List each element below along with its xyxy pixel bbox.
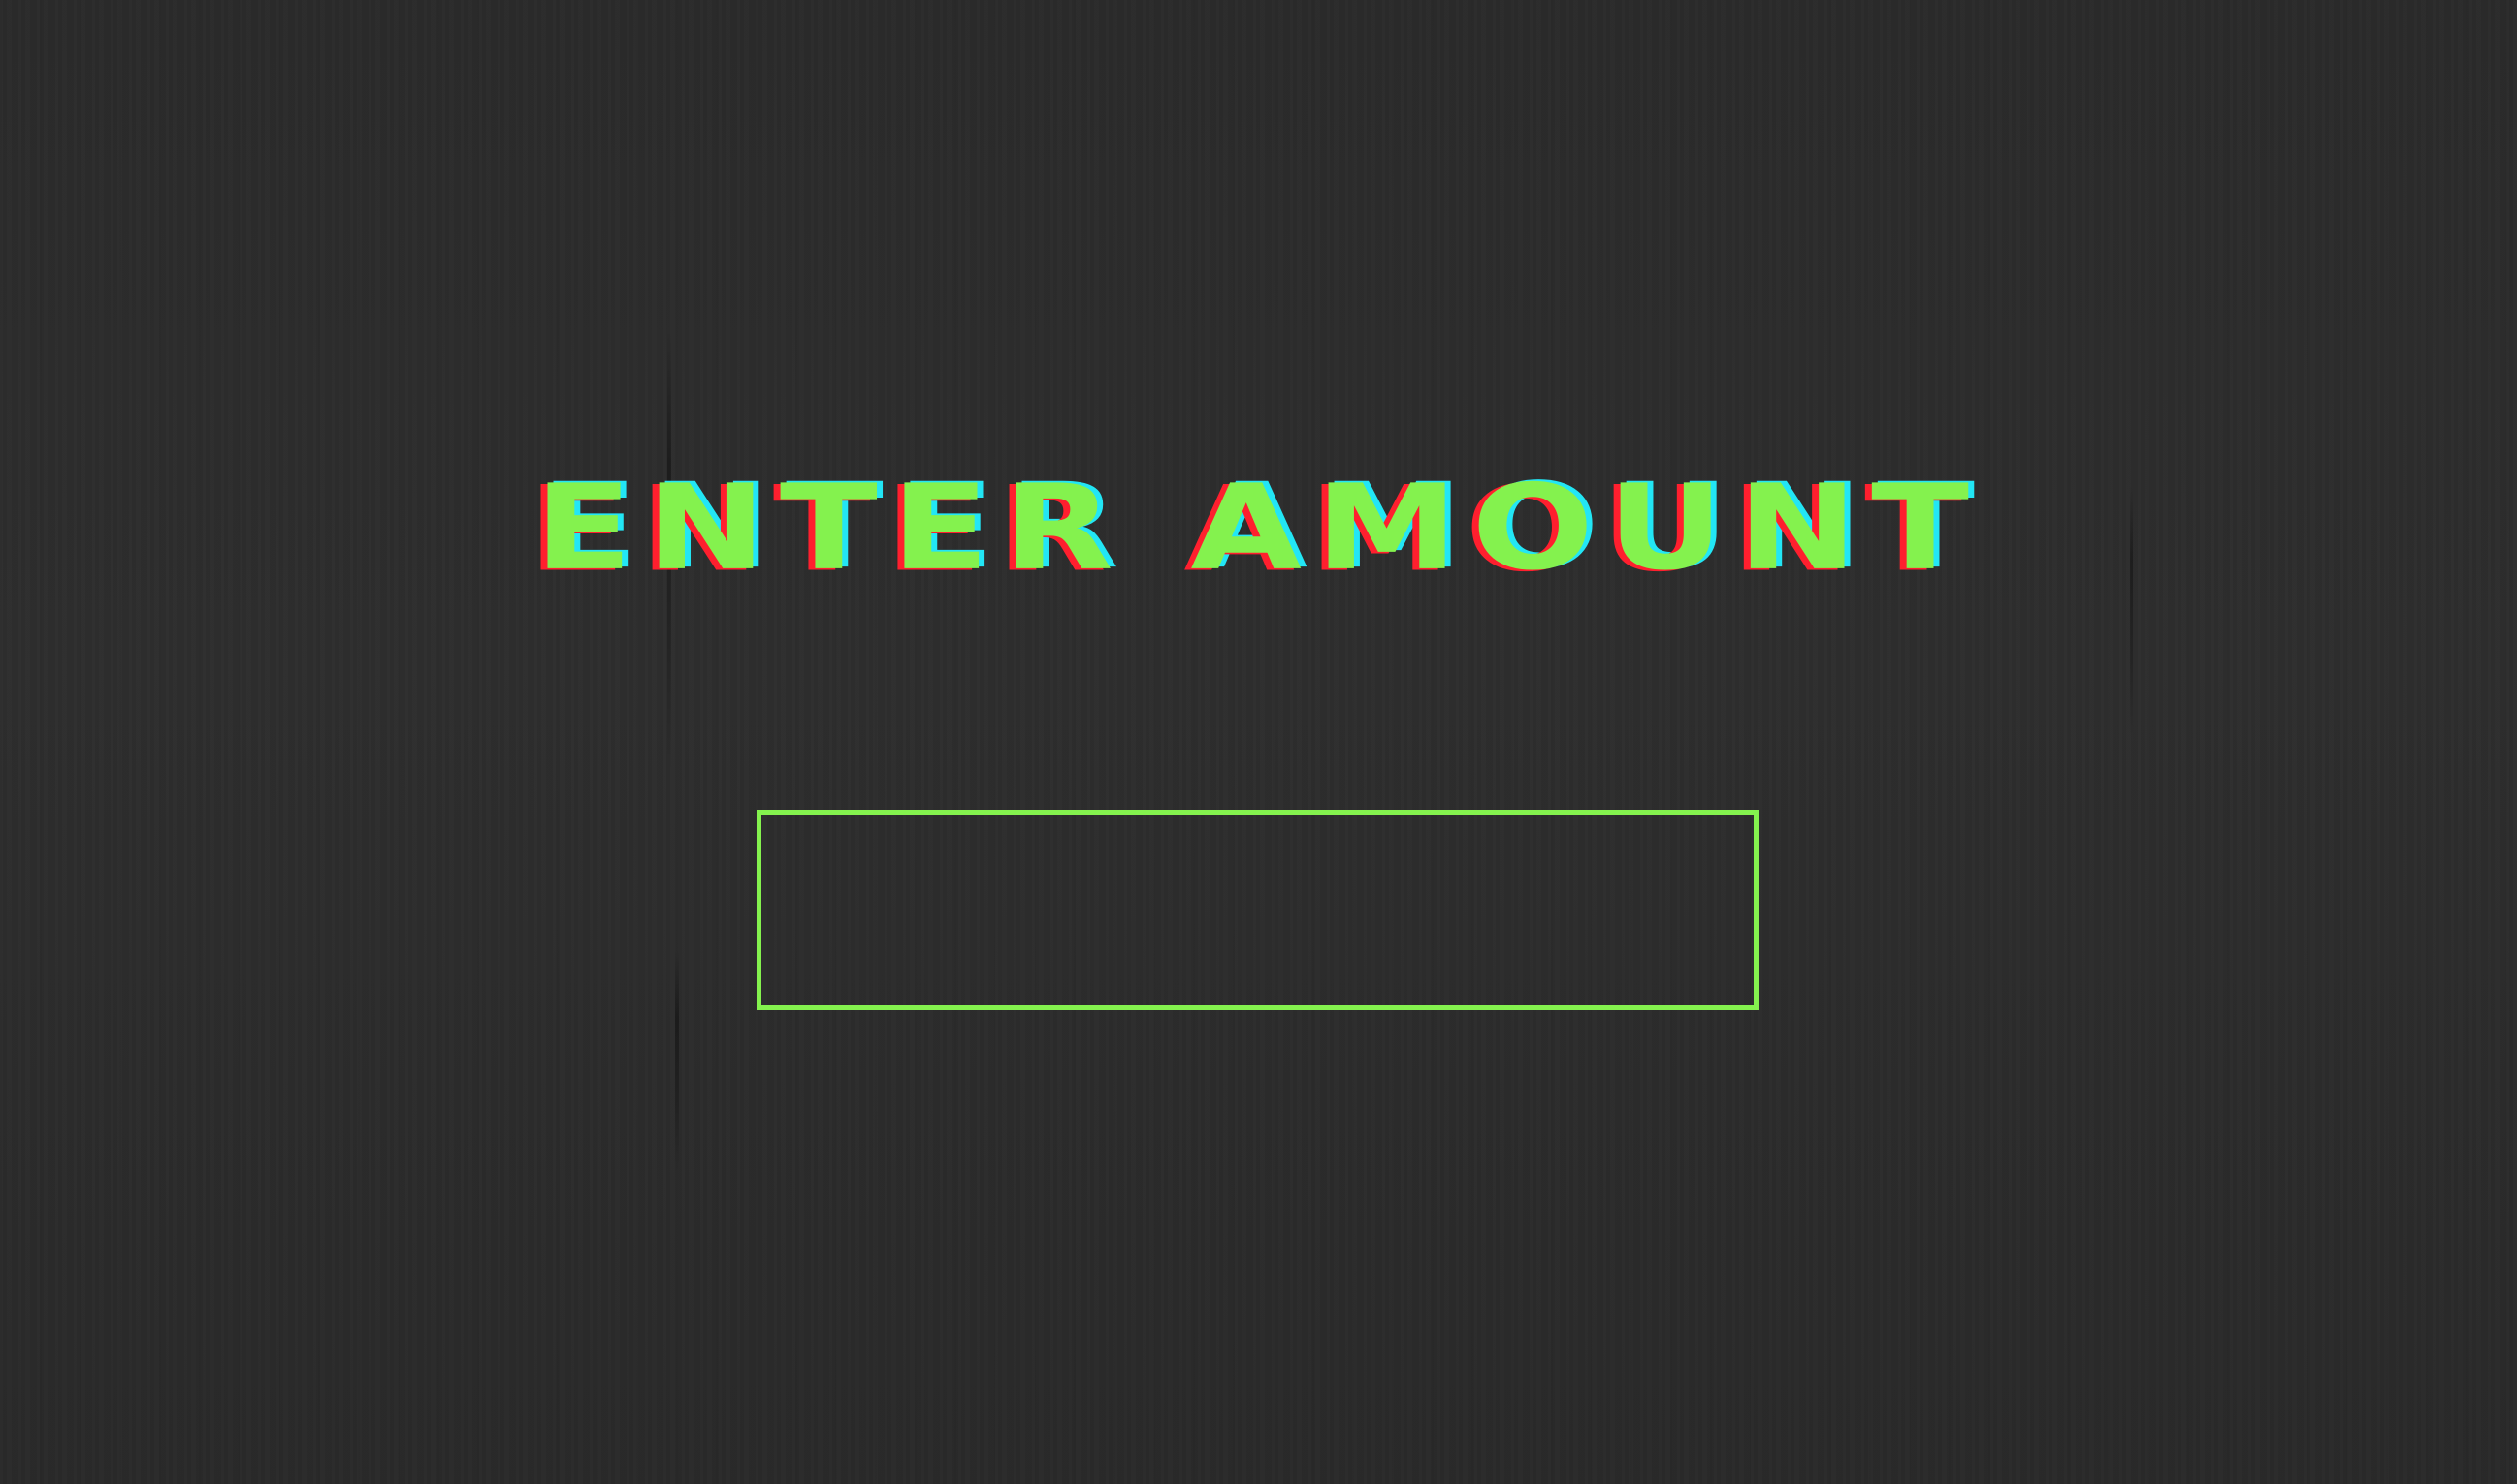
page-title: ENTER AMOUNT [533,459,1984,597]
amount-entry-screen: ENTER AMOUNT [0,0,2517,1484]
amount-input[interactable] [757,810,1759,1010]
background-texture-streak [675,951,679,1174]
